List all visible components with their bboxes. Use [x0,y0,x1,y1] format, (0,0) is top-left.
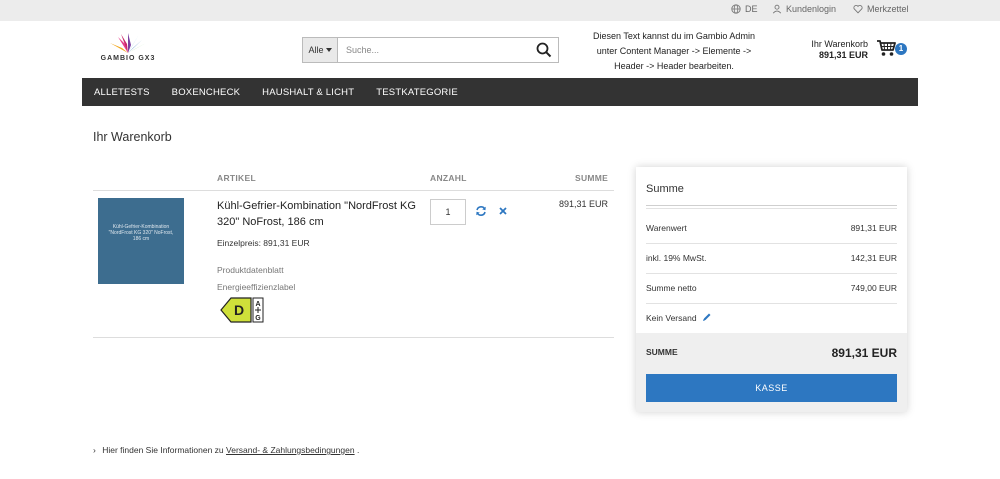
header-cart-label: Ihr Warenkorb [811,39,868,49]
summary-row-label: Warenwert [646,223,687,233]
page: GAMBIO GX3 Alle Diesen Text kannst du im… [0,21,1000,479]
summary-divider [646,303,897,304]
summary-divider [646,273,897,274]
energy-scale-bottom: G [255,315,261,322]
globe-icon [731,4,741,14]
product-datasheet-link[interactable]: Produktdatenblatt [217,265,284,275]
refresh-icon[interactable] [475,205,487,217]
chevron-right-icon: › [93,445,96,455]
shipping-info-text: Hier finden Sie Informationen zu [102,445,224,455]
shipping-info-note: › Hier finden Sie Informationen zu Versa… [93,445,359,455]
header-cart-total: 891,31 EUR [818,50,868,60]
checkout-button[interactable]: KASSE [646,374,897,402]
header-info-line: unter Content Manager -> Elemente -> [596,46,752,56]
nav-item-boxencheck[interactable]: BOXENCHECK [161,78,252,106]
summary-title: Summe [646,183,684,195]
product-name-link[interactable]: Kühl-Gefrier-Kombination "NordFrost KG 3… [217,198,417,230]
header-info-line: Header -> Header bearbeiten. [614,61,734,71]
summary-row-label: inkl. 19% MwSt. [646,253,707,263]
search-icon [536,42,552,58]
summary-total-area: SUMME 891,31 EUR KASSE [636,333,907,412]
chevron-down-icon [325,48,332,52]
column-header-sum: SUMME [575,173,609,183]
search-input[interactable] [338,38,530,62]
column-header-quantity: ANZAHL [430,173,467,183]
table-footer-divider [93,337,614,338]
user-icon [772,4,782,14]
header-cart-summary[interactable]: Ihr Warenkorb 891,31 EUR [780,39,868,61]
summary-row-label: Summe netto [646,283,697,293]
quantity-input[interactable] [430,199,466,225]
top-bar: DE Kundenlogin Merkzettel [0,0,1000,21]
shipping-label: Kein Versand [646,313,697,323]
wishlist-label: Merkzettel [867,4,909,14]
energy-scale-top: A [255,301,260,308]
search-button[interactable] [530,38,558,62]
summary-row-value: 142,31 EUR [850,253,897,263]
summary-total-label: SUMME [646,347,678,357]
energy-efficiency-badge[interactable]: D A G [219,297,265,323]
shipping-row: Kein Versand [646,312,712,323]
language-label: DE [745,4,758,14]
language-switcher[interactable]: DE [731,4,758,14]
energy-class-label: D [234,302,244,318]
logo[interactable]: GAMBIO GX3 [98,31,158,65]
product-thumbnail[interactable]: Kühl-Gefrier-Kombination "NordFrost KG 3… [98,198,184,284]
summary-total-value: 891,31 EUR [831,346,897,360]
heart-icon [853,5,863,14]
cart-count-badge: 1 [895,43,907,55]
shipping-info-period: . [356,445,360,455]
nav-item-alletests[interactable]: ALLETESTS [82,78,161,106]
energy-label-link[interactable]: Energieeffizienzlabel [217,282,295,292]
customer-login-link[interactable]: Kundenlogin [772,4,836,14]
pencil-icon[interactable] [702,312,712,322]
close-icon[interactable] [498,206,508,216]
wishlist-link[interactable]: Merkzettel [853,4,909,14]
header-info-line: Diesen Text kannst du im Gambio Admin [593,31,755,41]
summary-row-value: 749,00 EUR [850,283,897,293]
column-header-article: ARTIKEL [217,173,256,183]
summary-row-value: 891,31 EUR [850,223,897,233]
page-title: Ihr Warenkorb [93,130,172,144]
logo-flower-icon [110,33,146,53]
search-category-select[interactable]: Alle [303,38,338,62]
row-sum: 891,31 EUR [558,199,608,209]
summary-divider [646,208,897,209]
logo-text: GAMBIO GX3 [100,55,156,62]
search-category-label: Alle [308,45,324,55]
customer-login-label: Kundenlogin [786,4,837,14]
header-info-text: Diesen Text kannst du im Gambio Admin un… [580,29,768,74]
table-header-divider [93,190,614,191]
shipping-terms-link[interactable]: Versand- & Zahlungsbedingungen [226,445,355,455]
nav-item-testkategorie[interactable]: TESTKATEGORIE [365,78,469,106]
order-summary-panel: Summe Warenwert 891,31 EUR inkl. 19% MwS… [636,167,907,412]
product-unit-price: Einzelpreis: 891,31 EUR [217,238,310,248]
summary-divider [646,243,897,244]
nav-item-haushalt-licht[interactable]: HAUSHALT & LICHT [251,78,365,106]
search-bar: Alle [302,37,559,63]
summary-divider [646,205,897,206]
main-navigation: ALLETESTS BOXENCHECK HAUSHALT & LICHT TE… [82,78,918,106]
